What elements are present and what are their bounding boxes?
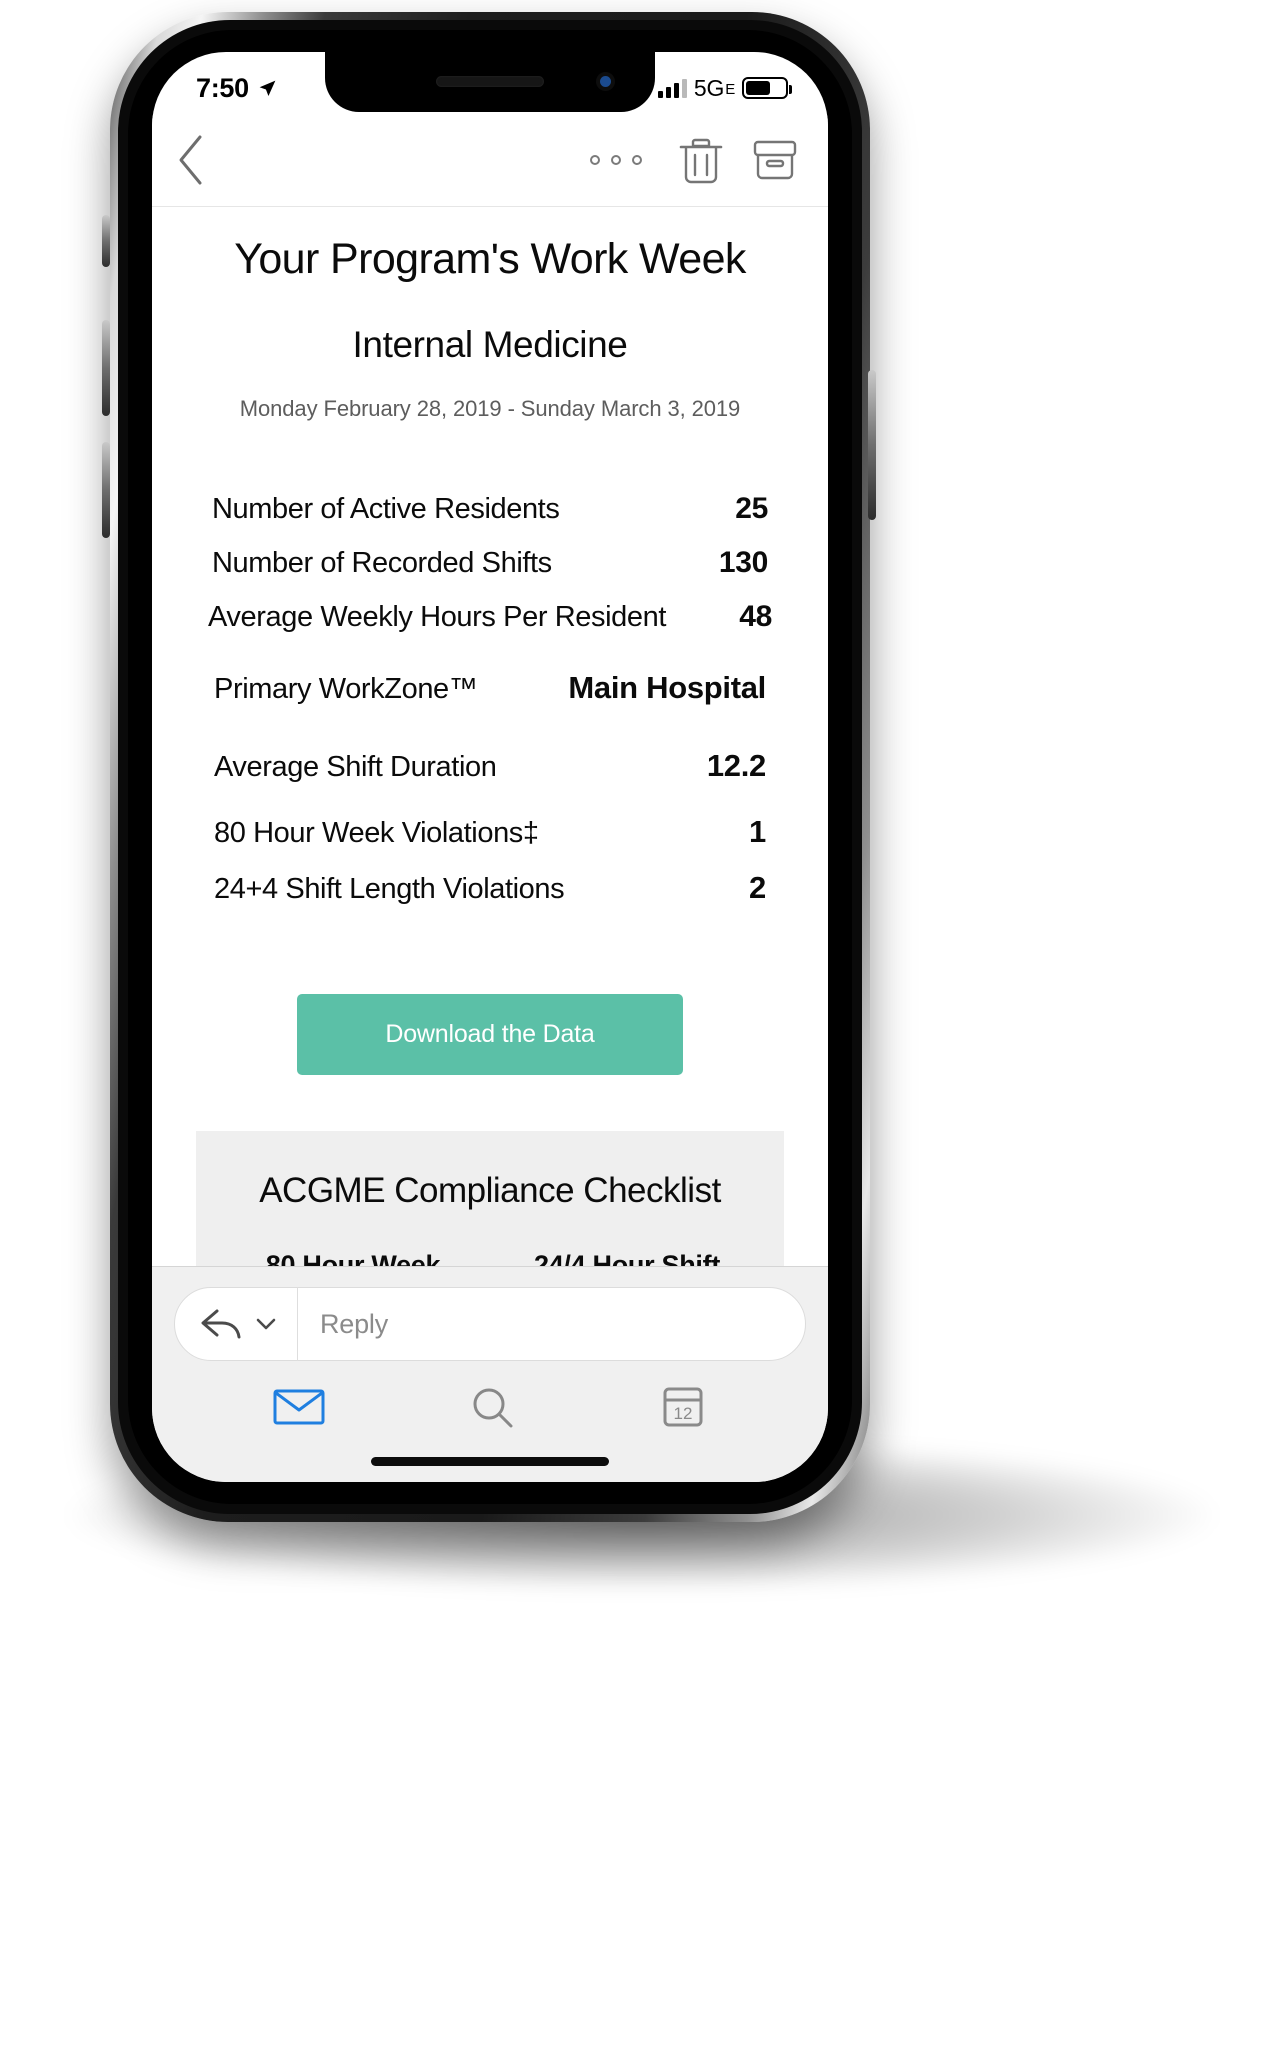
checklist-title: ACGME Compliance Checklist: [259, 1171, 721, 1210]
trash-icon: [679, 138, 723, 184]
location-arrow-icon: [259, 80, 276, 96]
mute-switch-button[interactable]: [102, 215, 110, 267]
screenshot-stage: 7:50 5GE Your Program's Work Week Intern…: [0, 0, 1279, 2069]
volume-up-button[interactable]: [102, 320, 110, 416]
checklist-heading: 24/4 Hour Shift Violations: [490, 1245, 764, 1266]
tab-mailbox[interactable]: [273, 1387, 325, 1432]
home-indicator[interactable]: [371, 1457, 609, 1466]
checklist-heading-line1: 24/4 Hour Shift: [533, 1250, 721, 1266]
stat-value: 48: [739, 600, 772, 633]
front-camera-icon: [596, 72, 615, 91]
stat-value: 25: [735, 492, 768, 525]
earpiece-speaker-icon: [436, 76, 544, 87]
stat-label: Primary WorkZone™: [214, 673, 478, 705]
email-inner-content: Your Program's Work Week Internal Medici…: [152, 207, 828, 1266]
calendar-day-number: 12: [673, 1404, 692, 1423]
tab-calendar[interactable]: 12: [659, 1383, 707, 1436]
stat-label: Number of Active Residents: [212, 493, 560, 525]
battery-icon: [742, 77, 792, 99]
reply-row: Reply: [152, 1267, 828, 1361]
stat-row-24-4-shift-length-violations: 24+4 Shift Length Violations 2: [196, 870, 784, 906]
stat-label: 24+4 Shift Length Violations: [214, 873, 565, 905]
archive-box-icon: [753, 140, 797, 180]
more-dots-icon: [590, 155, 600, 165]
mail-bottom-bar: Reply 12: [152, 1266, 828, 1482]
checklist-columns: 80 Hour Week Violations ‡ ✘ 24/4 Hour Sh…: [216, 1245, 764, 1266]
delete-button[interactable]: [652, 134, 750, 186]
side-power-button[interactable]: [868, 370, 876, 520]
archive-button[interactable]: [750, 135, 800, 185]
email-headline: Your Program's Work Week: [234, 235, 746, 283]
stat-label: Number of Recorded Shifts: [212, 547, 552, 579]
envelope-icon: [273, 1389, 325, 1425]
stat-row-primary-workzone: Primary WorkZone™ Main Hospital: [196, 670, 784, 706]
more-actions-button[interactable]: [580, 143, 652, 177]
statistics-list: Number of Active Residents 25 Number of …: [174, 492, 806, 906]
reply-input-pill[interactable]: Reply: [174, 1287, 806, 1361]
reply-input-placeholder[interactable]: Reply: [297, 1287, 783, 1361]
checklist-heading-line1: 80 Hour Week: [265, 1250, 441, 1266]
stat-row-average-shift-duration: Average Shift Duration 12.2: [196, 748, 784, 784]
stat-row-average-weekly-hours: Average Weekly Hours Per Resident 48: [196, 600, 784, 634]
stat-value: 2: [749, 870, 766, 905]
mail-tab-bar: 12: [152, 1361, 828, 1436]
phone-screen: 7:50 5GE Your Program's Work Week Intern…: [152, 52, 828, 1482]
back-button[interactable]: [174, 132, 208, 188]
download-button-wrapper: Download the Data: [174, 994, 806, 1075]
volume-down-button[interactable]: [102, 442, 110, 538]
acgme-compliance-checklist: ACGME Compliance Checklist 80 Hour Week …: [196, 1131, 784, 1266]
email-program-name: Internal Medicine: [352, 324, 628, 365]
network-type-label: 5GE: [693, 74, 735, 101]
checklist-column-80-hour-week: 80 Hour Week Violations ‡ ✘: [216, 1245, 490, 1266]
device-notch: [325, 52, 655, 112]
stat-row-active-residents: Number of Active Residents 25: [196, 492, 784, 526]
tab-search[interactable]: [468, 1383, 516, 1436]
checklist-column-24-4-hour-shift: 24/4 Hour Shift Violations ✘: [490, 1245, 764, 1266]
stat-row-recorded-shifts: Number of Recorded Shifts 130: [196, 546, 784, 580]
cellular-signal-icon: [657, 78, 687, 98]
email-date-range: Monday February 28, 2019 - Sunday March …: [239, 396, 741, 421]
stat-label: Average Weekly Hours Per Resident: [208, 601, 667, 633]
checklist-heading: 80 Hour Week Violations ‡: [216, 1245, 490, 1266]
stat-value: Main Hospital: [568, 670, 766, 705]
chevron-down-icon: [256, 1318, 276, 1330]
search-icon: [473, 1388, 513, 1428]
stat-label: Average Shift Duration: [214, 751, 497, 783]
email-message-body[interactable]: Your Program's Work Week Internal Medici…: [152, 206, 828, 1266]
status-bar-left: 7:50: [196, 73, 278, 104]
calendar-icon: 12: [663, 1387, 703, 1427]
status-bar-time: 7:50: [196, 72, 249, 103]
chevron-left-icon: [179, 135, 202, 185]
stat-label: 80 Hour Week Violations‡: [214, 817, 539, 849]
stat-value: 1: [749, 814, 766, 849]
status-bar-right: 5GE: [657, 74, 792, 102]
download-the-data-button[interactable]: Download the Data: [297, 994, 683, 1075]
mail-navigation-toolbar: [152, 114, 828, 206]
reply-arrow-icon: [201, 1309, 241, 1339]
stat-row-80-hour-week-violations: 80 Hour Week Violations‡ 1: [196, 814, 784, 850]
reply-options-button[interactable]: [197, 1303, 291, 1345]
stat-value: 12.2: [706, 748, 766, 783]
stat-value: 130: [718, 546, 768, 579]
